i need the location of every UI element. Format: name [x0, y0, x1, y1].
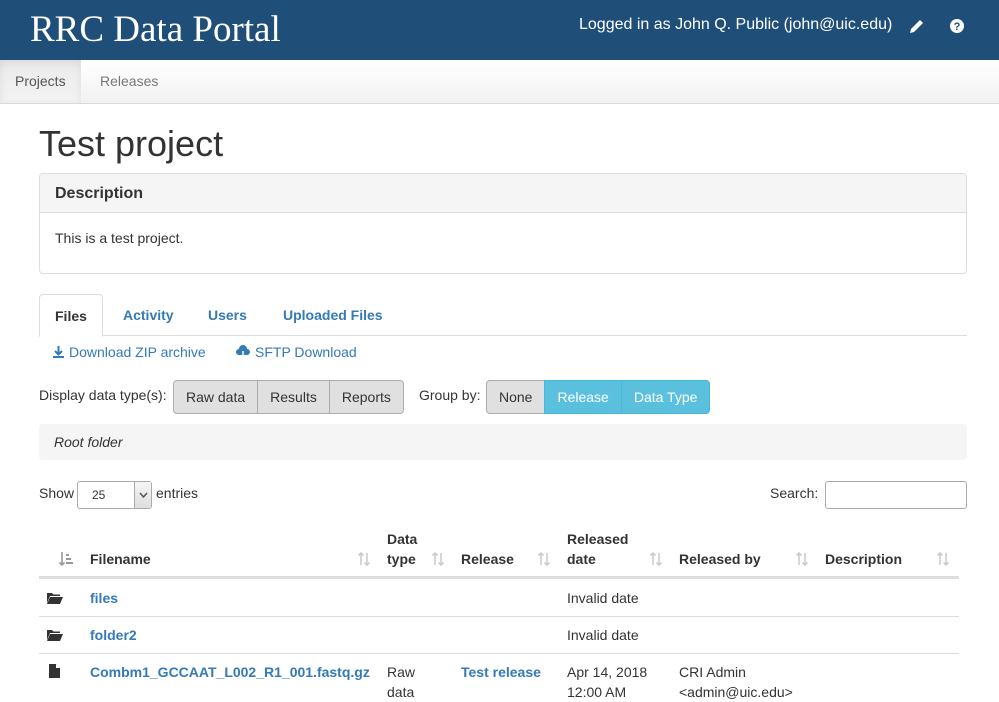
pencil-icon[interactable]	[908, 17, 926, 35]
chevron-down-icon	[134, 482, 151, 508]
sort-both-icon[interactable]	[431, 551, 445, 567]
row-divider	[39, 653, 959, 654]
tab-activity[interactable]: Activity	[108, 294, 189, 336]
col-released-date[interactable]: Released date	[567, 529, 637, 569]
folder-open-icon	[47, 630, 63, 641]
sort-both-icon[interactable]	[936, 551, 950, 567]
tab-users[interactable]: Users	[193, 294, 262, 336]
col-released-by[interactable]: Released by	[679, 549, 761, 569]
breadcrumb: Root folder	[39, 424, 967, 460]
help-icon[interactable]: ?	[948, 17, 966, 35]
data-type-label: Display data type(s):	[39, 387, 167, 403]
col-description[interactable]: Description	[825, 549, 902, 569]
nav-tab-projects[interactable]: Projects	[0, 60, 81, 103]
sort-both-icon[interactable]	[795, 551, 809, 567]
sftp-download-label: SFTP Download	[255, 344, 357, 360]
tab-uploaded-files[interactable]: Uploaded Files	[268, 294, 398, 336]
released-date-cell: Invalid date	[567, 627, 639, 643]
entries-label: entries	[156, 485, 199, 501]
project-tabs: Files Activity Users Uploaded Files	[39, 294, 967, 337]
svg-text:?: ?	[954, 21, 961, 33]
sort-asc-icon[interactable]	[59, 551, 73, 567]
page-size-value: 25	[92, 488, 106, 502]
release-link[interactable]: Test release	[461, 662, 541, 682]
download-icon	[53, 346, 64, 358]
group-none-toggle[interactable]: None	[486, 380, 546, 414]
folder-open-icon	[47, 593, 63, 604]
released-date-cell: Invalid date	[567, 590, 639, 606]
table-header-divider	[39, 576, 959, 579]
cloud-download-icon	[236, 345, 250, 360]
col-data-type[interactable]: Data type	[387, 529, 427, 569]
download-zip-label: Download ZIP archive	[69, 344, 206, 360]
group-release-toggle[interactable]: Release	[544, 380, 622, 414]
released-date-cell: Apr 14, 2018 12:00 AM	[567, 664, 648, 700]
data-type-toggle-group: Raw data Results Reports	[173, 380, 404, 414]
group-by-label: Group by:	[419, 387, 481, 403]
app-title[interactable]: RRC Data Portal	[30, 8, 281, 51]
file-icon	[49, 664, 60, 678]
main-nav: Projects Releases	[0, 60, 999, 104]
top-header: RRC Data Portal Logged in as John Q. Pub…	[0, 0, 999, 60]
sftp-download-link[interactable]: SFTP Download	[235, 344, 357, 360]
filename-link[interactable]: files	[90, 588, 118, 608]
page-title: Test project	[39, 123, 224, 164]
nav-tab-releases[interactable]: Releases	[85, 60, 173, 103]
sort-both-icon[interactable]	[537, 551, 551, 567]
col-release[interactable]: Release	[461, 549, 514, 569]
panel-heading: Description	[40, 174, 966, 213]
page-size-select[interactable]: 25	[77, 481, 152, 509]
reports-toggle[interactable]: Reports	[328, 380, 404, 414]
results-toggle[interactable]: Results	[257, 380, 330, 414]
group-data-type-toggle[interactable]: Data Type	[620, 380, 711, 414]
search-label: Search:	[770, 485, 819, 501]
show-label: Show	[39, 485, 75, 501]
data-type-cell: Raw data	[387, 664, 416, 700]
search-input[interactable]	[825, 481, 967, 509]
group-by-toggle-group: None Release Data Type	[486, 380, 711, 414]
download-zip-link[interactable]: Download ZIP archive	[52, 344, 206, 360]
col-filename[interactable]: Filename	[90, 549, 151, 569]
tab-files[interactable]: Files	[39, 294, 103, 337]
panel-body: This is a test project.	[55, 230, 184, 246]
row-divider	[39, 616, 959, 617]
description-panel: Description This is a test project.	[39, 173, 967, 274]
raw-data-toggle[interactable]: Raw data	[173, 380, 259, 414]
filename-link[interactable]: folder2	[90, 625, 137, 645]
sort-both-icon[interactable]	[649, 551, 663, 567]
logged-in-user: Logged in as John Q. Public (john@uic.ed…	[579, 16, 893, 33]
sort-both-icon[interactable]	[357, 551, 371, 567]
filename-link[interactable]: Combm1_GCCAAT_L002_R1_001.fastq.gz	[90, 662, 370, 682]
released-by-cell: CRI Admin <admin@uic.edu>	[679, 664, 793, 700]
